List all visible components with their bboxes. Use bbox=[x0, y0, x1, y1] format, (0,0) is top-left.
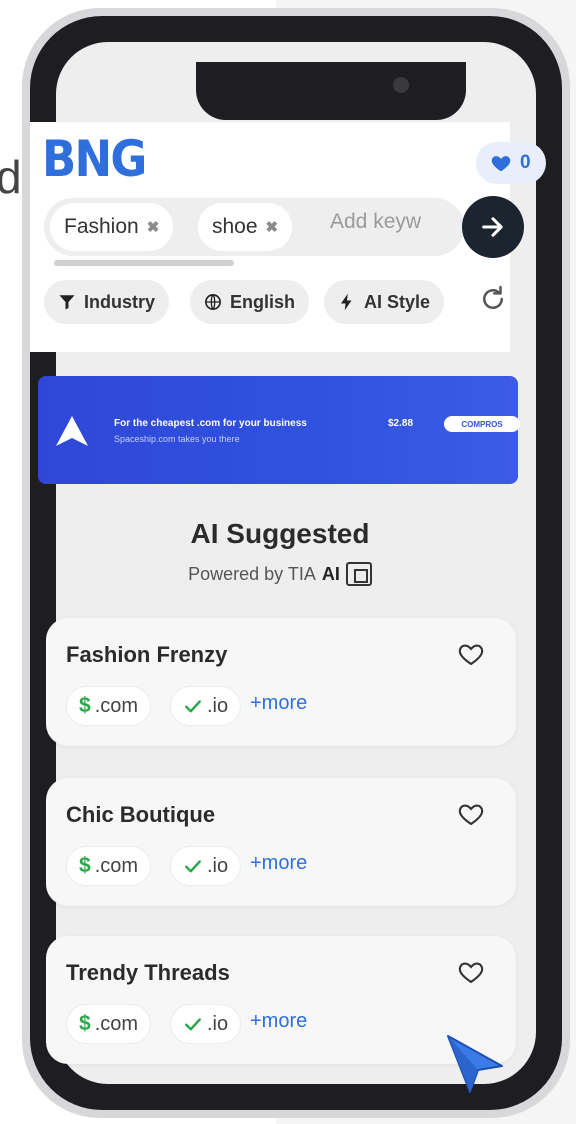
arrow-right-icon bbox=[482, 217, 503, 237]
heart-outline-icon[interactable] bbox=[456, 958, 486, 986]
banner-cta-button[interactable]: COMPROS bbox=[444, 416, 520, 432]
suggestion-card[interactable]: Chic Boutique $ .com .io +more bbox=[46, 778, 516, 906]
more-tlds-link[interactable]: +more bbox=[250, 1010, 307, 1033]
banner-title: For the cheapest .com for your business bbox=[114, 418, 307, 429]
more-tlds-link[interactable]: +more bbox=[250, 852, 307, 875]
tld-com-badge[interactable]: $ .com bbox=[66, 1004, 152, 1044]
more-tlds-link[interactable]: +more bbox=[250, 692, 307, 715]
price-icon: $ bbox=[79, 1012, 91, 1035]
tld-io-badge[interactable]: .io bbox=[170, 686, 242, 726]
keyword-chip-label: shoe bbox=[212, 215, 258, 238]
keyword-chip[interactable]: shoe ✖ bbox=[198, 203, 293, 251]
side-text: d bbox=[0, 151, 22, 203]
filter-industry-button[interactable]: Industry bbox=[44, 280, 170, 324]
tld-label: .io bbox=[207, 854, 229, 877]
domain-name: Chic Boutique bbox=[66, 802, 216, 827]
keyword-chip-label: Fashion bbox=[64, 215, 139, 238]
keyword-search-bar: Fashion ✖ shoe ✖ bbox=[44, 198, 470, 256]
refresh-icon[interactable] bbox=[478, 284, 508, 314]
keyword-scrollbar[interactable] bbox=[54, 260, 234, 266]
app-logo[interactable]: BNG bbox=[42, 130, 147, 188]
filter-icon bbox=[59, 295, 75, 310]
search-submit-button[interactable] bbox=[462, 196, 524, 258]
remove-chip-icon[interactable]: ✖ bbox=[266, 218, 279, 236]
suggestion-card[interactable]: Fashion Frenzy $ .com .io +more bbox=[46, 618, 516, 746]
tld-com-badge[interactable]: $ .com bbox=[66, 686, 152, 726]
price-icon: $ bbox=[79, 694, 91, 717]
filter-label: English bbox=[230, 291, 296, 312]
tld-label: .io bbox=[207, 694, 229, 717]
tld-label: .com bbox=[94, 694, 139, 717]
banner-subtitle: Spaceship.com takes you there bbox=[114, 434, 240, 444]
notch bbox=[196, 62, 466, 120]
keyword-input[interactable] bbox=[330, 210, 470, 234]
spaceship-logo-icon bbox=[56, 416, 88, 446]
domain-name: Trendy Threads bbox=[66, 960, 230, 985]
heart-outline-icon[interactable] bbox=[456, 800, 486, 828]
tld-io-badge[interactable]: .io bbox=[170, 1004, 242, 1044]
app-header: BNG 0 Fashion ✖ shoe ✖ Add keyw Industry… bbox=[30, 122, 546, 352]
check-icon bbox=[185, 860, 201, 873]
cursor-arrow-icon bbox=[447, 1035, 503, 1093]
app: BNG 0 Fashion ✖ shoe ✖ Add keyw Industry… bbox=[30, 122, 546, 1112]
check-icon bbox=[185, 1018, 201, 1031]
tld-label: .io bbox=[207, 1012, 229, 1035]
check-icon bbox=[185, 700, 201, 713]
heart-outline-icon[interactable] bbox=[456, 640, 486, 668]
price-icon: $ bbox=[79, 854, 91, 877]
keyword-chip[interactable]: Fashion ✖ bbox=[50, 203, 174, 251]
powered-by-brand: AI bbox=[321, 563, 340, 584]
powered-by-text: Powered by TIA bbox=[188, 563, 316, 584]
tld-label: .com bbox=[94, 1012, 139, 1035]
bolt-icon bbox=[341, 293, 352, 311]
filter-language-button[interactable]: English bbox=[190, 280, 310, 324]
filter-label: AI Style bbox=[364, 291, 431, 312]
remove-chip-icon[interactable]: ✖ bbox=[147, 218, 160, 236]
powered-by: Powered by TIA AI bbox=[30, 562, 530, 586]
globe-icon bbox=[205, 294, 221, 310]
cpu-chip-icon bbox=[345, 562, 372, 586]
tld-com-badge[interactable]: $ .com bbox=[66, 846, 152, 886]
domain-name: Fashion Frenzy bbox=[66, 642, 228, 667]
section-title: AI Suggested bbox=[190, 518, 370, 549]
tld-io-badge[interactable]: .io bbox=[170, 846, 242, 886]
filter-ai-style-button[interactable]: AI Style bbox=[324, 280, 445, 324]
ad-banner[interactable]: For the cheapest .com for your business … bbox=[38, 376, 520, 484]
heart-filled-icon bbox=[491, 156, 511, 172]
camera-icon bbox=[393, 77, 409, 93]
tld-label: .com bbox=[94, 854, 139, 877]
favorites-count: 0 bbox=[520, 152, 531, 173]
filter-label: Industry bbox=[84, 291, 156, 312]
banner-price: $2.88 bbox=[388, 418, 414, 429]
page: d BNG 0 Fashion ✖ shoe ✖ Add keyw Indust… bbox=[0, 0, 576, 1124]
favorites-button[interactable]: 0 bbox=[476, 142, 546, 184]
